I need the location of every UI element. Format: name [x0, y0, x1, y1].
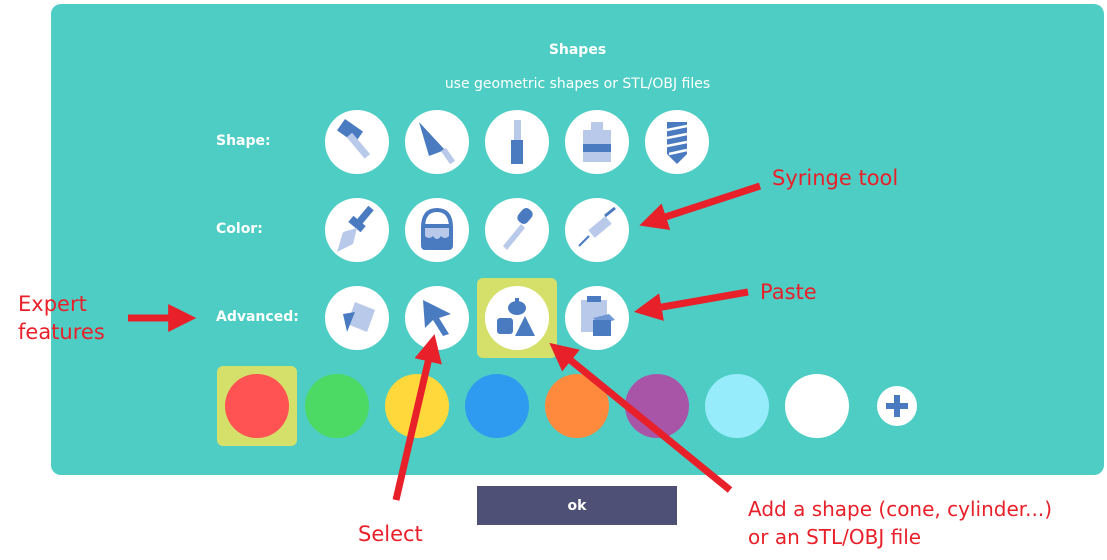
color-row-label: Color: [216, 221, 263, 237]
dropper-tool-button[interactable] [485, 198, 549, 262]
dialog-title: Shapes [548, 42, 607, 58]
ok-button[interactable]: ok [477, 486, 677, 525]
annotation-select: Select [358, 522, 423, 546]
drill-bit-icon [666, 122, 688, 164]
color-swatch-red[interactable] [225, 374, 289, 438]
color-swatch-blue[interactable] [465, 374, 529, 438]
trowel-icon [419, 122, 456, 165]
annotation-expert-line1: Expert [18, 292, 87, 316]
glue-tool-button[interactable] [565, 110, 629, 174]
annotation-add-shape-line1: Add a shape (cone, cylinder...) [748, 497, 1053, 521]
annotation-syringe: Syringe tool [772, 166, 899, 190]
add-shape-icon [497, 298, 535, 336]
chisel-icon [511, 120, 523, 164]
select-tool-button[interactable] [405, 286, 469, 350]
paste-tool-button[interactable] [565, 286, 629, 350]
glue-bottle-icon [583, 122, 611, 162]
color-swatch-white[interactable] [785, 374, 849, 438]
paint-brush-icon [337, 205, 374, 252]
paint-bucket-tool-button[interactable] [405, 198, 469, 262]
paste-icon [581, 296, 615, 336]
syringe-tool-button[interactable] [565, 198, 629, 262]
color-swatch-green[interactable] [305, 374, 369, 438]
hammer-icon [336, 118, 371, 159]
add-shape-tool-button[interactable] [485, 286, 549, 350]
color-swatch-yellow[interactable] [385, 374, 449, 438]
trowel-tool-button[interactable] [405, 110, 469, 174]
drill-tool-button[interactable] [645, 110, 709, 174]
select-arrow-icon [423, 300, 451, 336]
dropper-icon [503, 208, 533, 250]
transform-icon [343, 302, 375, 332]
annotation-paste: Paste [760, 280, 817, 304]
transform-tool-button[interactable] [325, 286, 389, 350]
plus-icon [886, 395, 908, 417]
add-color-button[interactable] [877, 386, 917, 426]
paint-brush-tool-button[interactable] [325, 198, 389, 262]
syringe-icon [578, 206, 616, 247]
annotation-add-shape-line2: or an STL/OBJ file [748, 525, 922, 549]
hammer-tool-button[interactable] [325, 110, 389, 174]
advanced-row-label: Advanced: [216, 309, 299, 325]
dialog-subtitle: use geometric shapes or STL/OBJ files [444, 76, 711, 92]
annotation-expert-line2: features [18, 320, 105, 344]
paint-bucket-icon [421, 207, 453, 250]
shape-row-label: Shape: [216, 133, 271, 149]
chisel-tool-button[interactable] [485, 110, 549, 174]
color-swatch-orange[interactable] [545, 374, 609, 438]
color-swatch-light-blue[interactable] [705, 374, 769, 438]
color-swatch-purple[interactable] [625, 374, 689, 438]
